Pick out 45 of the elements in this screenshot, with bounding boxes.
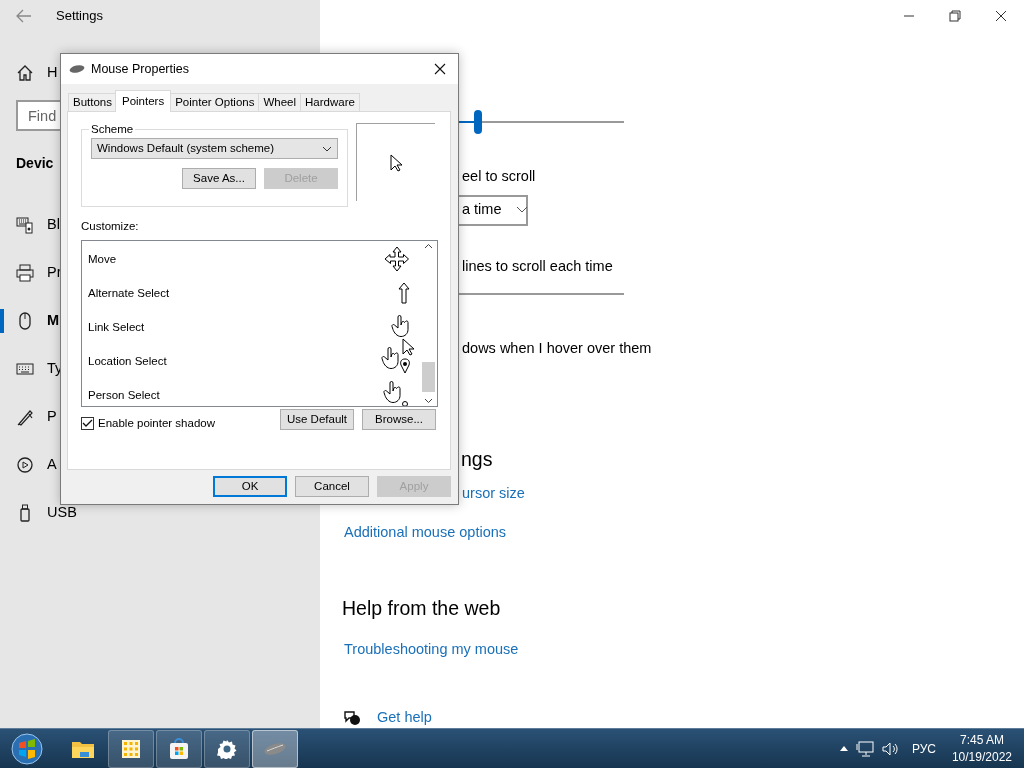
- clock-time[interactable]: 7:45 AM: [951, 731, 1012, 749]
- nav-item[interactable]: Bl: [47, 214, 60, 236]
- pointer-list[interactable]: Move Alternate Select Link Select Location Select Person Select: [81, 240, 438, 408]
- field-label: Customize:: [81, 219, 140, 234]
- dropdown[interactable]: Windows Default (system scheme): [91, 138, 338, 159]
- clock-date[interactable]: 10/19/2022: [951, 748, 1012, 766]
- section-heading: Devic: [16, 153, 54, 173]
- checkbox-label: Enable pointer shadow: [98, 416, 215, 432]
- list-item[interactable]: Person Select: [82, 378, 420, 407]
- link[interactable]: Additional mouse options: [344, 524, 507, 541]
- section-heading: Help from the web: [341, 596, 502, 621]
- dropdown-value: Windows Default (system scheme): [97, 140, 275, 156]
- dialog-title: Mouse Properties: [91, 60, 189, 78]
- language-indicator[interactable]: РУС: [911, 739, 936, 758]
- list-item-label: Location Select: [88, 353, 167, 369]
- button[interactable]: Browse...: [362, 409, 436, 431]
- list-item-label: Person Select: [88, 387, 160, 403]
- button[interactable]: Use Default: [280, 409, 354, 431]
- button[interactable]: Save As...: [182, 168, 256, 189]
- list-item[interactable]: Alternate Select: [82, 276, 420, 311]
- list-item[interactable]: Link Select: [82, 310, 420, 345]
- nav-item[interactable]: H: [47, 62, 58, 84]
- section-heading: ngs: [461, 447, 493, 473]
- nav-item[interactable]: USB: [47, 502, 77, 524]
- group-label: Scheme: [89, 122, 136, 136]
- link[interactable]: Get help: [377, 707, 432, 729]
- list-item-label: Move: [88, 251, 117, 267]
- setting-label: dows when I hover over them: [462, 338, 652, 358]
- button[interactable]: OK: [213, 476, 287, 497]
- list-item[interactable]: Move: [82, 242, 420, 277]
- nav-item[interactable]: Pr: [47, 262, 62, 284]
- nav-item[interactable]: A: [47, 454, 57, 476]
- setting-label: lines to scroll each time: [462, 256, 613, 276]
- dropdown-value: a time: [462, 200, 502, 220]
- list-item[interactable]: Location Select: [82, 344, 420, 379]
- tab[interactable]: Pointers: [115, 90, 172, 112]
- list-item-label: Alternate Select: [88, 285, 170, 301]
- nav-item[interactable]: M: [47, 310, 60, 332]
- link[interactable]: ursor size: [462, 484, 525, 501]
- link[interactable]: Troubleshooting my mouse: [344, 641, 519, 658]
- setting-label: eel to scroll: [462, 167, 536, 186]
- nav-item[interactable]: P: [47, 406, 57, 428]
- window-title: Settings: [56, 7, 103, 26]
- list-item-label: Link Select: [88, 319, 145, 335]
- button[interactable]: Cancel: [295, 476, 369, 497]
